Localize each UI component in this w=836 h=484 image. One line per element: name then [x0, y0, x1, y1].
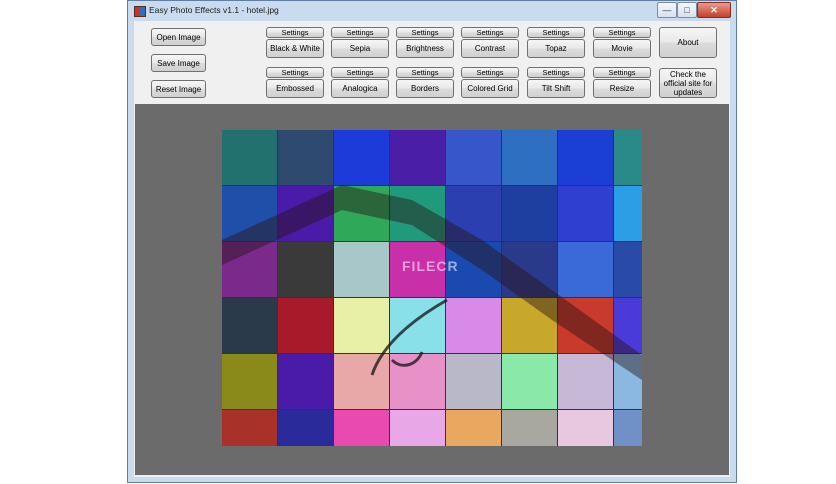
grid-cell	[390, 410, 445, 446]
effect-button-black-white[interactable]: Black & White	[266, 39, 324, 58]
grid-cell	[334, 130, 389, 185]
grid-cell	[446, 130, 501, 185]
effect-button-analogica[interactable]: Analogica	[331, 79, 389, 98]
app-icon	[134, 6, 146, 17]
grid-cell	[222, 130, 277, 185]
watermark: FILECR	[402, 258, 459, 274]
check-updates-button[interactable]: Check the official site for updates	[659, 68, 717, 98]
grid-cell	[558, 242, 613, 297]
grid-cell	[558, 410, 613, 446]
grid-cell	[614, 130, 642, 185]
grid-cell	[278, 130, 333, 185]
settings-button[interactable]: Settings	[593, 67, 651, 78]
effect-button-tilt-shift[interactable]: Tilt Shift	[527, 79, 585, 98]
app-window: Easy Photo Effects v1.1 - hotel.jpg — □ …	[127, 0, 737, 483]
grid-cell	[446, 354, 501, 409]
colored-grid-image	[222, 130, 642, 446]
maximize-button[interactable]: □	[677, 2, 697, 18]
grid-cell	[334, 410, 389, 446]
grid-cell	[222, 354, 277, 409]
grid-cell	[502, 410, 557, 446]
effect-button-colored-grid[interactable]: Colored Grid	[461, 79, 519, 98]
open-image-button[interactable]: Open Image	[151, 28, 206, 46]
client-area: Open Image Save Image Reset Image Settin…	[134, 21, 730, 477]
grid-cell	[278, 298, 333, 353]
grid-cell	[278, 242, 333, 297]
photo-preview: FILECR	[222, 130, 642, 446]
settings-button[interactable]: Settings	[266, 67, 324, 78]
effect-button-contrast[interactable]: Contrast	[461, 39, 519, 58]
settings-button[interactable]: Settings	[331, 67, 389, 78]
grid-cell	[334, 242, 389, 297]
about-button[interactable]: About	[659, 27, 717, 58]
effect-button-borders[interactable]: Borders	[396, 79, 454, 98]
minimize-button[interactable]: —	[657, 2, 677, 18]
grid-cell	[446, 410, 501, 446]
effect-button-resize[interactable]: Resize	[593, 79, 651, 98]
grid-cell	[558, 354, 613, 409]
grid-cell	[334, 354, 389, 409]
grid-cell	[614, 242, 642, 297]
grid-cell	[558, 186, 613, 241]
title-bar[interactable]: Easy Photo Effects v1.1 - hotel.jpg — □ …	[128, 1, 736, 21]
settings-button[interactable]: Settings	[527, 67, 585, 78]
settings-button[interactable]: Settings	[266, 27, 324, 38]
image-canvas: FILECR	[135, 104, 729, 475]
effect-button-brightness[interactable]: Brightness	[396, 39, 454, 58]
grid-cell	[222, 298, 277, 353]
effect-button-embossed[interactable]: Embossed	[266, 79, 324, 98]
grid-cell	[502, 186, 557, 241]
reset-image-button[interactable]: Reset Image	[151, 80, 206, 98]
grid-cell	[390, 354, 445, 409]
settings-button[interactable]: Settings	[331, 27, 389, 38]
grid-cell	[502, 354, 557, 409]
minimize-icon: —	[662, 5, 672, 15]
grid-cell	[334, 298, 389, 353]
grid-cell	[278, 354, 333, 409]
settings-button[interactable]: Settings	[396, 67, 454, 78]
settings-button[interactable]: Settings	[593, 27, 651, 38]
effect-button-movie[interactable]: Movie	[593, 39, 651, 58]
grid-cell	[446, 298, 501, 353]
close-button[interactable]: ✕	[697, 2, 731, 18]
grid-cell	[558, 130, 613, 185]
grid-cell	[222, 410, 277, 446]
grid-cell	[614, 186, 642, 241]
settings-button[interactable]: Settings	[461, 27, 519, 38]
maximize-icon: □	[684, 5, 690, 15]
grid-cell	[614, 410, 642, 446]
save-image-button[interactable]: Save Image	[151, 54, 206, 72]
effect-button-topaz[interactable]: Topaz	[527, 39, 585, 58]
window-title: Easy Photo Effects v1.1 - hotel.jpg	[149, 5, 279, 15]
grid-cell	[390, 130, 445, 185]
settings-button[interactable]: Settings	[527, 27, 585, 38]
close-icon: ✕	[710, 4, 718, 15]
effect-button-sepia[interactable]: Sepia	[331, 39, 389, 58]
settings-button[interactable]: Settings	[396, 27, 454, 38]
grid-cell	[502, 130, 557, 185]
settings-button[interactable]: Settings	[461, 67, 519, 78]
grid-cell	[278, 410, 333, 446]
